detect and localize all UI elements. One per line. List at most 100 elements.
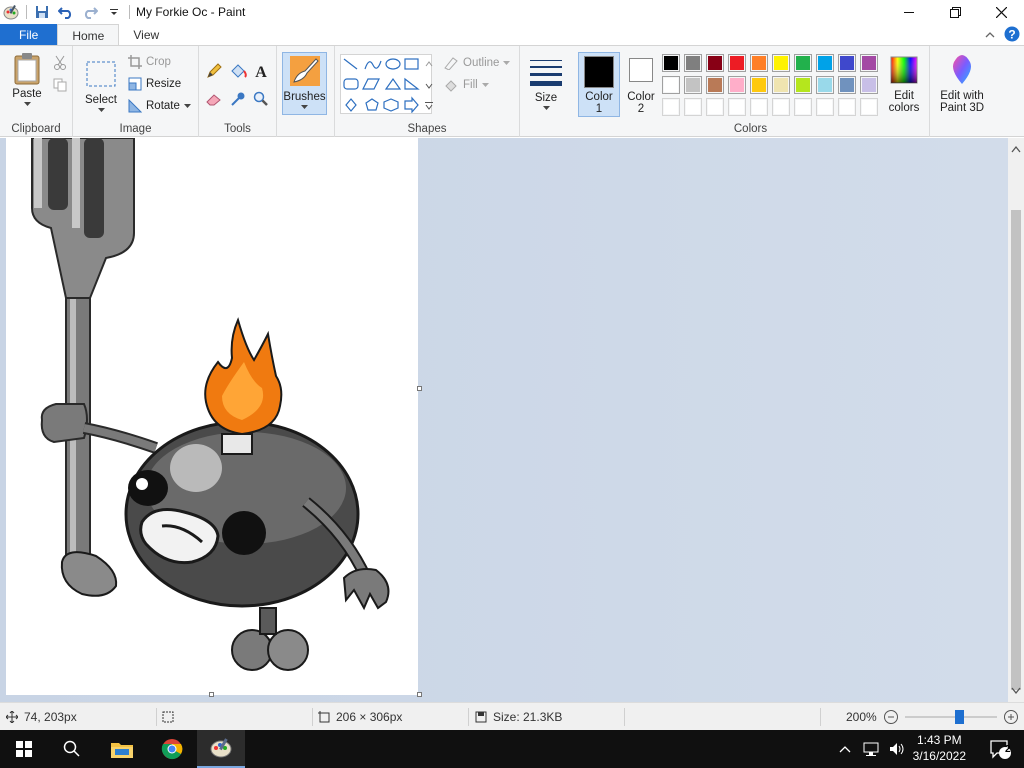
search-button[interactable]: [48, 730, 96, 768]
palette-swatch[interactable]: [706, 98, 724, 116]
color1-button[interactable]: Color 1: [578, 52, 620, 117]
palette-swatch-color: [796, 56, 810, 70]
network-icon[interactable]: [862, 741, 880, 757]
palette-swatch[interactable]: [728, 54, 746, 72]
select-label: Select: [85, 94, 117, 106]
palette-swatch[interactable]: [838, 54, 856, 72]
rotate-icon: [128, 99, 142, 113]
help-icon[interactable]: ?: [1004, 26, 1020, 45]
resize-button[interactable]: Resize: [128, 77, 181, 91]
restore-button[interactable]: [932, 0, 978, 24]
fill-icon: [445, 80, 457, 92]
palette-swatch-color: [818, 100, 832, 114]
shapes-gallery[interactable]: [340, 54, 432, 114]
edit-with-paint3d-button[interactable]: Edit with Paint 3D: [934, 54, 990, 114]
customize-toolbar-icon[interactable]: [105, 3, 123, 21]
crop-button[interactable]: Crop: [128, 55, 171, 69]
size-button[interactable]: Size: [526, 56, 566, 111]
outline-button[interactable]: Outline: [443, 56, 511, 70]
scrollbar-thumb[interactable]: [1011, 210, 1021, 690]
file-explorer-button[interactable]: [98, 730, 146, 768]
zoom-slider[interactable]: [904, 709, 997, 725]
zoom-out-icon[interactable]: [883, 709, 899, 725]
palette-swatch[interactable]: [816, 76, 834, 94]
minimize-button[interactable]: [886, 0, 932, 24]
palette-swatch[interactable]: [860, 54, 878, 72]
copy-icon[interactable]: [50, 75, 70, 95]
pencil-icon[interactable]: [204, 61, 224, 81]
tab-view[interactable]: View: [119, 24, 173, 46]
palette-swatch[interactable]: [706, 54, 724, 72]
start-button[interactable]: [0, 730, 48, 768]
palette-swatch[interactable]: [750, 54, 768, 72]
palette-swatch[interactable]: [772, 76, 790, 94]
palette-swatch[interactable]: [684, 98, 702, 116]
resize-handle-right[interactable]: [417, 386, 422, 391]
palette-swatch-color: [708, 78, 722, 92]
edit-colors-button[interactable]: Edit colors: [882, 54, 926, 114]
palette-swatch[interactable]: [684, 54, 702, 72]
fill-button[interactable]: Fill: [443, 78, 489, 92]
palette-swatch[interactable]: [728, 76, 746, 94]
palette-swatch[interactable]: [838, 98, 856, 116]
palette-swatch[interactable]: [860, 76, 878, 94]
magnifier-icon[interactable]: [251, 89, 271, 109]
select-button[interactable]: Select: [81, 58, 121, 113]
show-hidden-icons-icon[interactable]: [838, 744, 852, 754]
chevron-down-icon: [503, 60, 511, 65]
palette-swatch[interactable]: [860, 98, 878, 116]
color2-button[interactable]: Color 2: [622, 56, 660, 115]
taskbar-clock[interactable]: 1:43 PM 3/16/2022: [913, 732, 966, 764]
paint-app-icon[interactable]: [2, 3, 20, 21]
tab-file[interactable]: File: [0, 24, 58, 46]
canvas-workspace[interactable]: [0, 138, 1008, 702]
palette-swatch[interactable]: [684, 76, 702, 94]
paint-taskbar-button[interactable]: [197, 730, 245, 768]
palette-swatch[interactable]: [838, 76, 856, 94]
zoom-slider-thumb[interactable]: [954, 710, 964, 724]
fill-bucket-icon[interactable]: [228, 61, 248, 81]
undo-icon[interactable]: [57, 3, 75, 21]
cut-icon[interactable]: [50, 53, 70, 73]
color-picker-icon[interactable]: [228, 89, 248, 109]
eraser-icon[interactable]: [204, 89, 224, 109]
tab-home[interactable]: Home: [57, 24, 120, 46]
shapes-scroll[interactable]: [423, 54, 435, 114]
palette-swatch[interactable]: [816, 98, 834, 116]
palette-swatch[interactable]: [706, 76, 724, 94]
redo-icon[interactable]: [81, 3, 99, 21]
palette-swatch[interactable]: [816, 54, 834, 72]
resize-handle-bottom[interactable]: [209, 692, 214, 697]
text-icon[interactable]: A: [251, 61, 271, 81]
collapse-ribbon-icon[interactable]: [984, 29, 996, 43]
palette-swatch[interactable]: [662, 98, 680, 116]
palette-swatch[interactable]: [794, 54, 812, 72]
palette-swatch[interactable]: [728, 98, 746, 116]
drawing-canvas[interactable]: [6, 138, 418, 695]
scroll-down-icon[interactable]: [1008, 684, 1024, 698]
brushes-button[interactable]: Brushes: [282, 52, 327, 115]
palette-swatch-color: [752, 100, 766, 114]
chrome-button[interactable]: [148, 730, 196, 768]
volume-icon[interactable]: [888, 741, 906, 757]
palette-swatch[interactable]: [750, 76, 768, 94]
palette-swatch[interactable]: [662, 76, 680, 94]
paste-button[interactable]: Paste: [8, 52, 46, 107]
resize-handle-corner[interactable]: [417, 692, 422, 697]
palette-swatch-color: [862, 100, 876, 114]
rotate-button[interactable]: Rotate: [128, 99, 191, 113]
action-center-button[interactable]: 2: [976, 730, 1024, 768]
palette-swatch[interactable]: [662, 54, 680, 72]
palette-swatch[interactable]: [772, 98, 790, 116]
palette-swatch-color: [774, 56, 788, 70]
vertical-scrollbar[interactable]: [1008, 138, 1024, 702]
svg-text:A: A: [255, 64, 267, 79]
palette-swatch[interactable]: [794, 76, 812, 94]
close-button[interactable]: [978, 0, 1024, 24]
palette-swatch[interactable]: [794, 98, 812, 116]
scroll-up-icon[interactable]: [1008, 142, 1024, 156]
save-icon[interactable]: [33, 3, 51, 21]
palette-swatch[interactable]: [772, 54, 790, 72]
palette-swatch[interactable]: [750, 98, 768, 116]
zoom-in-icon[interactable]: [1003, 709, 1019, 725]
